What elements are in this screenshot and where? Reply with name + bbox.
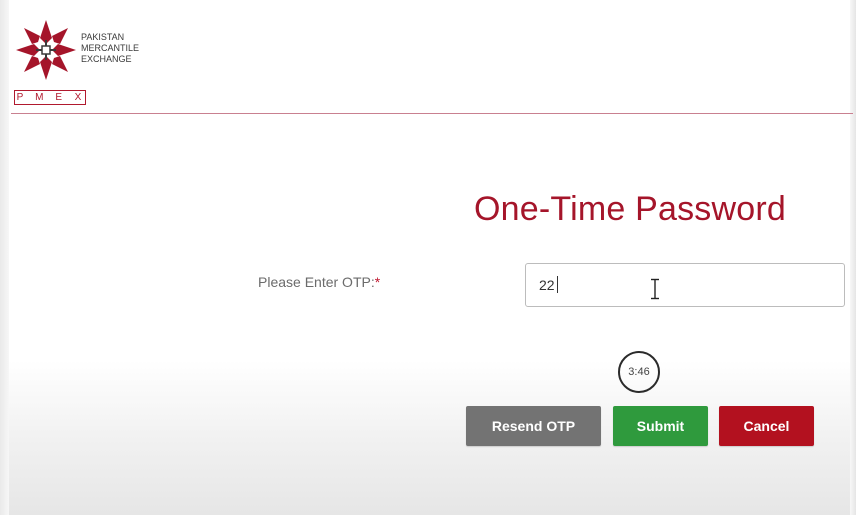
- otp-label: Please Enter OTP:*: [258, 274, 380, 290]
- logo-line-1: Pakistan: [81, 32, 125, 42]
- text-caret: [557, 276, 558, 293]
- logo-line-3: Exchange: [81, 54, 132, 64]
- submit-button[interactable]: Submit: [613, 406, 708, 446]
- otp-label-text: Please Enter OTP:: [258, 274, 375, 290]
- logo-wordmark: Pakistan Mercantile Exchange: [81, 32, 139, 65]
- logo-letter-x: X: [74, 92, 82, 103]
- logo-letter-e: E: [55, 92, 62, 103]
- right-edge: [850, 0, 856, 515]
- header-divider: [11, 113, 853, 114]
- otp-input[interactable]: [525, 263, 845, 307]
- page-title: One-Time Password: [474, 190, 787, 228]
- logo-letter-p: P: [16, 92, 24, 103]
- logo-acronym: P M E X: [14, 92, 84, 103]
- logo-line-2: Mercantile: [81, 43, 140, 53]
- pmex-logo: Pakistan Mercantile Exchange P M E X: [14, 18, 164, 108]
- cancel-button[interactable]: Cancel: [719, 406, 814, 446]
- ibeam-cursor-icon: [651, 278, 659, 300]
- resend-otp-button[interactable]: Resend OTP: [466, 406, 601, 446]
- otp-countdown-timer: 3:46: [618, 351, 660, 393]
- left-edge: [0, 0, 9, 515]
- required-marker: *: [374, 274, 381, 290]
- pmex-star-logo-icon: [16, 20, 76, 80]
- logo-letter-m: M: [35, 92, 44, 103]
